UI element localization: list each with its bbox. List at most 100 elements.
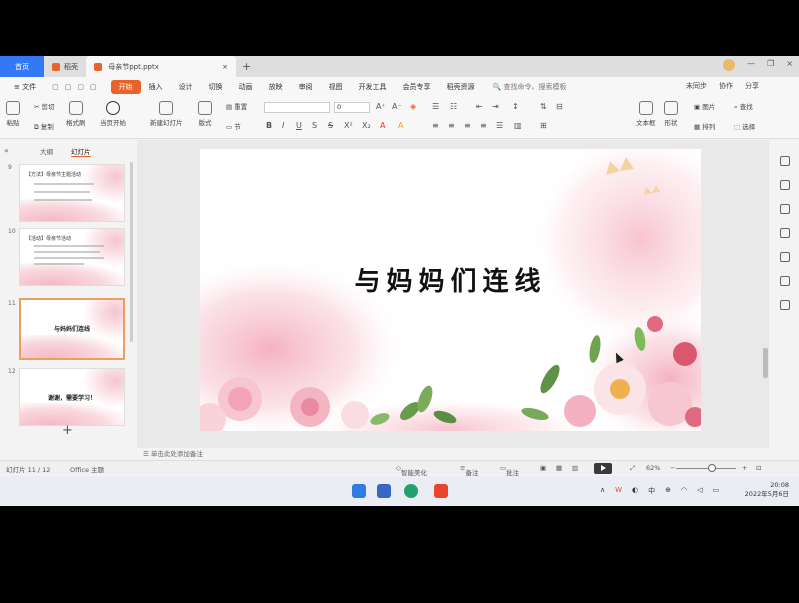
bold-icon[interactable]: B [266, 121, 272, 130]
layout-button[interactable]: 版式 [198, 101, 212, 127]
menu-member[interactable]: 会员专享 [395, 82, 439, 92]
edge-browser-icon[interactable] [404, 484, 418, 498]
zoom-out-icon[interactable]: − [670, 464, 675, 472]
close-button[interactable]: × [786, 59, 793, 71]
menu-transition[interactable]: 切换 [201, 82, 231, 92]
tab-document[interactable]: 母亲节ppt.pptx × [86, 56, 236, 77]
tab-outline[interactable]: 大纲 [40, 146, 53, 157]
zoom-slider[interactable] [676, 468, 736, 469]
menu-docer-resources[interactable]: 稻壳资源 [439, 82, 483, 92]
columns-icon[interactable]: ▥ [514, 121, 522, 130]
play-from-current-button[interactable]: 当页开始 [100, 101, 126, 127]
sync-status[interactable]: 未同步 [686, 81, 707, 91]
slide-thumbnail-10[interactable]: 【活动】母亲节活动 [19, 228, 125, 286]
arrange-button[interactable]: ▦ 排列 [694, 121, 715, 131]
share-button[interactable]: 分享 [745, 81, 759, 91]
animation-pane-icon[interactable] [780, 204, 790, 214]
wps-office-icon[interactable] [434, 484, 448, 498]
reset-button[interactable]: ▤ 重置 [226, 101, 247, 111]
transition-icon[interactable] [780, 228, 790, 238]
find-button[interactable]: ⌕ 查找 [734, 101, 753, 112]
fit-slide-icon[interactable]: ⊡ [756, 464, 761, 472]
new-slide-button[interactable]: 新建幻灯片 [150, 101, 183, 127]
align-text-icon[interactable]: ⊟ [556, 102, 563, 111]
distribute-icon[interactable]: ☰ [496, 121, 503, 130]
align-left-icon[interactable]: ≡ [432, 121, 439, 130]
slideshow-play-button[interactable] [594, 463, 612, 474]
start-windows-icon[interactable] [352, 484, 366, 498]
indent-decrease-icon[interactable]: ⇤ [476, 102, 483, 111]
style-icon[interactable] [780, 156, 790, 166]
settings-icon[interactable] [780, 276, 790, 286]
shape-button[interactable]: 形状 [664, 101, 678, 127]
reading-view-icon[interactable]: ▥ [572, 464, 578, 472]
comment-toggle[interactable]: ▭ 批注 [500, 464, 519, 477]
line-spacing-icon[interactable]: ↕ [512, 102, 519, 111]
textbox-button[interactable]: 文本框 [636, 101, 656, 127]
tab-docer[interactable]: 稻壳 [44, 56, 86, 77]
menu-home[interactable]: 开始 [110, 80, 141, 94]
tray-wps-icon[interactable]: W [615, 486, 622, 496]
format-painter-button[interactable]: 格式刷 [66, 101, 86, 127]
section-button[interactable]: ▭ 节 [226, 121, 241, 131]
menu-review[interactable]: 审阅 [291, 82, 321, 92]
notes-toggle[interactable]: ≡ 备注 [460, 464, 478, 477]
slide-title[interactable]: 与妈妈们连线 [200, 261, 701, 298]
subscript-icon[interactable]: X₂ [362, 121, 371, 130]
font-name-select[interactable] [264, 102, 330, 113]
avatar[interactable] [723, 59, 736, 71]
font-size-select[interactable]: 0 [334, 102, 370, 113]
new-tab-button[interactable]: + [236, 60, 257, 73]
menu-slideshow[interactable]: 放映 [261, 82, 291, 92]
notes-bar[interactable]: ☰ 单击此处添加备注 [137, 448, 769, 460]
underline-icon[interactable]: U [296, 121, 302, 130]
menu-developer[interactable]: 开发工具 [351, 82, 395, 92]
thumb-scrollbar[interactable] [130, 162, 133, 342]
tab-close-icon[interactable]: × [222, 63, 228, 71]
task-view-icon[interactable] [377, 484, 391, 498]
slide-thumbnail-12[interactable]: 谢谢，需要学习！ [19, 368, 125, 426]
input-mode-icon[interactable]: ⊕ [665, 486, 671, 496]
volume-icon[interactable]: ◁ [697, 486, 702, 496]
picture-button[interactable]: ▣ 图片 [694, 101, 715, 111]
normal-view-icon[interactable]: ▣ [540, 464, 546, 472]
menu-design[interactable]: 设计 [171, 82, 201, 92]
zoom-slider-handle[interactable] [708, 464, 716, 472]
zoom-level[interactable]: 62% [646, 464, 660, 472]
slide-thumbnail-11[interactable]: 与妈妈们连线 [19, 298, 125, 360]
canvas-scrollbar[interactable] [763, 348, 768, 378]
clear-format-icon[interactable]: ◈ [410, 102, 416, 111]
superscript-icon[interactable]: X² [344, 121, 353, 130]
indent-increase-icon[interactable]: ⇥ [492, 102, 499, 111]
fit-window-icon[interactable]: ⤢ [630, 464, 635, 473]
tray-app-icon[interactable]: ◐ [632, 486, 638, 496]
smart-beautify-button[interactable]: ◇ 智能美化 [396, 464, 427, 477]
align-right-icon[interactable]: ≡ [464, 121, 471, 130]
copy-button[interactable]: ⧉ 复制 [34, 121, 54, 132]
minimize-button[interactable]: — [747, 59, 755, 71]
cut-button[interactable]: ✂ 剪切 [34, 101, 55, 111]
menu-view[interactable]: 视图 [321, 82, 351, 92]
clock[interactable]: 20:08 2022年5月6日 [745, 481, 789, 499]
convert-smartart-icon[interactable]: ⊞ [540, 121, 547, 130]
slide[interactable]: 与妈妈们连线 [200, 149, 701, 431]
add-slide-button[interactable]: + [62, 423, 73, 438]
tab-home[interactable]: 首页 [0, 56, 44, 77]
wifi-icon[interactable]: ◠ [681, 486, 687, 496]
select-button[interactable]: ⬚ 选择 [734, 121, 755, 131]
collapse-panel-icon[interactable]: « [4, 146, 9, 155]
shadow-icon[interactable]: S [312, 121, 317, 130]
slide-thumbnail-9[interactable]: 【方法】母亲节主题活动 [19, 164, 125, 222]
command-search[interactable]: 🔍 查找命令、搜索模板 [483, 82, 567, 92]
align-center-icon[interactable]: ≡ [448, 121, 455, 130]
menu-animation[interactable]: 动画 [231, 82, 261, 92]
comment-icon[interactable] [780, 252, 790, 262]
tray-chevron-icon[interactable]: ∧ [600, 486, 605, 496]
sorter-view-icon[interactable]: ▦ [556, 464, 562, 472]
strikethrough-icon[interactable]: S [328, 121, 333, 130]
justify-icon[interactable]: ≡ [480, 121, 487, 130]
font-grow-icon[interactable]: A⁺ [376, 102, 386, 111]
font-color-icon[interactable]: A [380, 121, 385, 130]
highlight-icon[interactable]: A [398, 121, 403, 130]
bullets-icon[interactable]: ☰ [432, 102, 439, 111]
